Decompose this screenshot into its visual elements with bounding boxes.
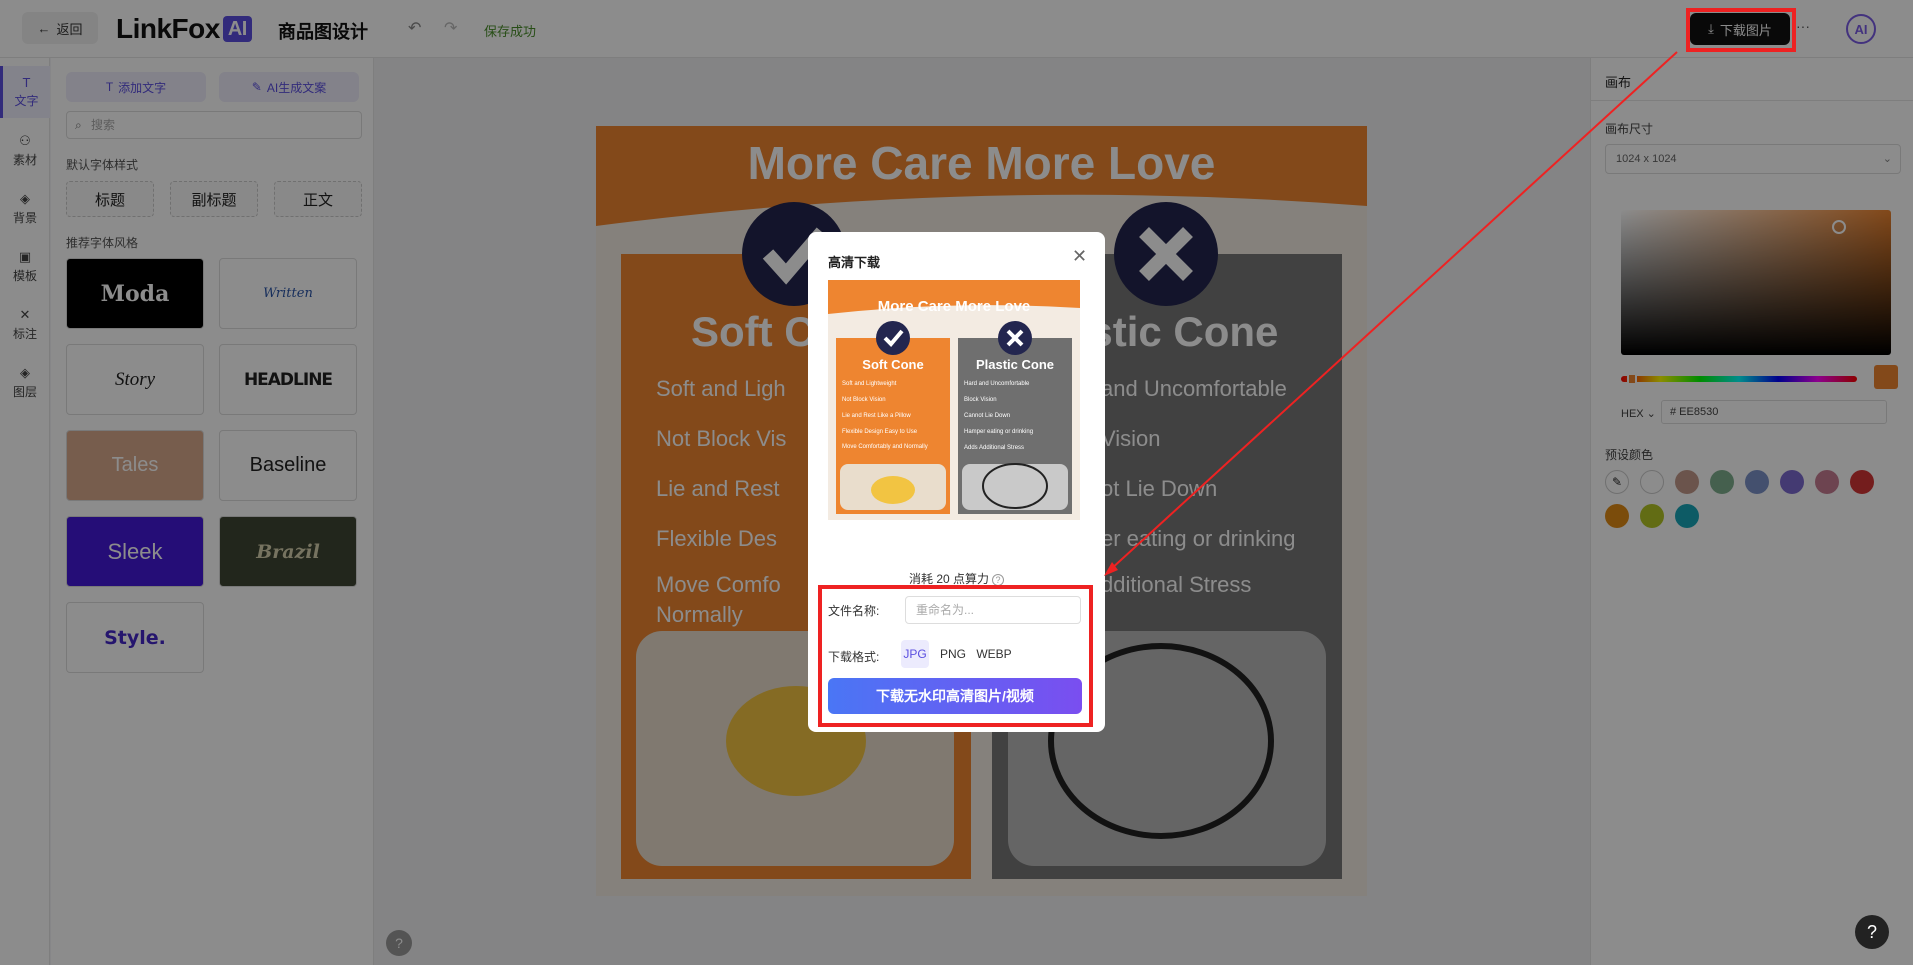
annotation-arrow [1104, 51, 1678, 576]
